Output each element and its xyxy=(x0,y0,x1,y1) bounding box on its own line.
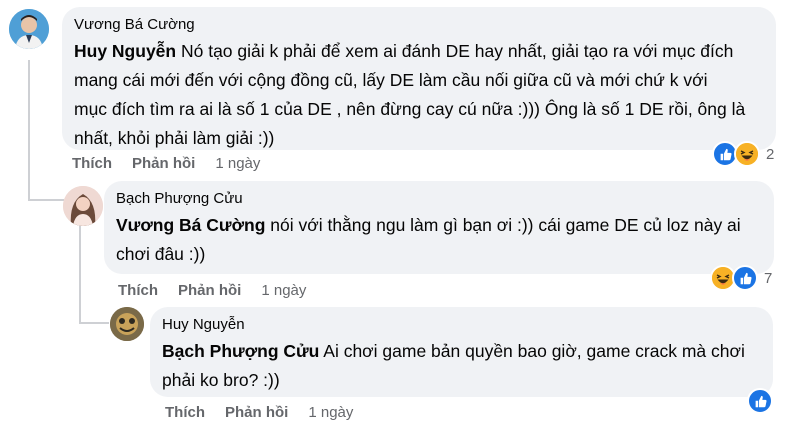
comment-text-line: phải ko bro? :)) xyxy=(162,370,280,390)
comment-text: Bạch Phượng Cửu Ai chơi game bản quyền b… xyxy=(162,337,761,395)
comment-bubble: Bạch Phượng Cửu Vương Bá Cường nói với t… xyxy=(104,181,774,274)
reaction-count: 2 xyxy=(766,145,775,163)
reply-button[interactable]: Phản hồi xyxy=(178,281,241,301)
comment-text-line: mục đích tìm ra ai là số 1 của DE , nên … xyxy=(74,99,746,119)
timestamp[interactable]: 1 ngày xyxy=(261,281,306,301)
avatar[interactable] xyxy=(9,9,49,49)
timestamp[interactable]: 1 ngày xyxy=(215,154,260,174)
comment-text-line: nhất, khỏi phải làm giải :)) xyxy=(74,128,275,148)
thread-line-main xyxy=(28,60,30,200)
mention-link[interactable]: Bạch Phượng Cửu xyxy=(162,341,319,361)
like-button[interactable]: Thích xyxy=(72,154,112,174)
comment-bubble: Vương Bá Cường Huy Nguyễn Nó tạo giải k … xyxy=(62,7,776,150)
reaction-summary[interactable]: 2 xyxy=(712,141,774,167)
thread-line-branch-2 xyxy=(79,322,109,324)
comment-actions: Thích Phản hồi 1 ngày xyxy=(165,403,353,423)
comment-actions: Thích Phản hồi 1 ngày xyxy=(118,281,306,301)
mention-link[interactable]: Vương Bá Cường xyxy=(116,215,265,235)
reply-button[interactable]: Phản hồi xyxy=(225,403,288,423)
reaction-count: 7 xyxy=(764,269,773,287)
comment-text-line: mang cái mới đến với cộng đồng cũ, lấy D… xyxy=(74,70,708,90)
comment-text-line: chơi đâu :)) xyxy=(116,244,206,264)
comment-text: Huy Nguyễn Nó tạo giải k phải để xem ai … xyxy=(74,37,764,153)
comment-text-line: Nó tạo giải k phải để xem ai đánh DE hay… xyxy=(176,41,734,61)
like-icon xyxy=(732,265,758,291)
reaction-summary[interactable]: 7 xyxy=(710,265,772,291)
comment-actions: Thích Phản hồi 1 ngày xyxy=(72,154,260,174)
haha-icon xyxy=(734,141,760,167)
comment-author[interactable]: Bạch Phượng Cửu xyxy=(116,189,762,209)
comment-bubble: Huy Nguyễn Bạch Phượng Cửu Ai chơi game … xyxy=(150,307,773,397)
reaction-summary[interactable] xyxy=(747,388,773,414)
avatar[interactable] xyxy=(63,186,103,226)
comment-text: Vương Bá Cường nói với thằng ngu làm gì … xyxy=(116,211,762,269)
thread-line-branch-1 xyxy=(28,199,64,201)
thread-line-sub xyxy=(79,222,81,322)
like-icon xyxy=(747,388,773,414)
like-button[interactable]: Thích xyxy=(165,403,205,423)
comment-author[interactable]: Vương Bá Cường xyxy=(74,15,764,35)
avatar[interactable] xyxy=(110,307,144,341)
comment-author[interactable]: Huy Nguyễn xyxy=(162,315,761,335)
like-button[interactable]: Thích xyxy=(118,281,158,301)
mention-link[interactable]: Huy Nguyễn xyxy=(74,41,176,61)
comment-text-line: Ai chơi game bản quyền bao giờ, game cra… xyxy=(319,341,745,361)
comment-text-line: nói với thằng ngu làm gì bạn ơi :)) cái … xyxy=(265,215,741,235)
reply-button[interactable]: Phản hồi xyxy=(132,154,195,174)
timestamp[interactable]: 1 ngày xyxy=(308,403,353,423)
